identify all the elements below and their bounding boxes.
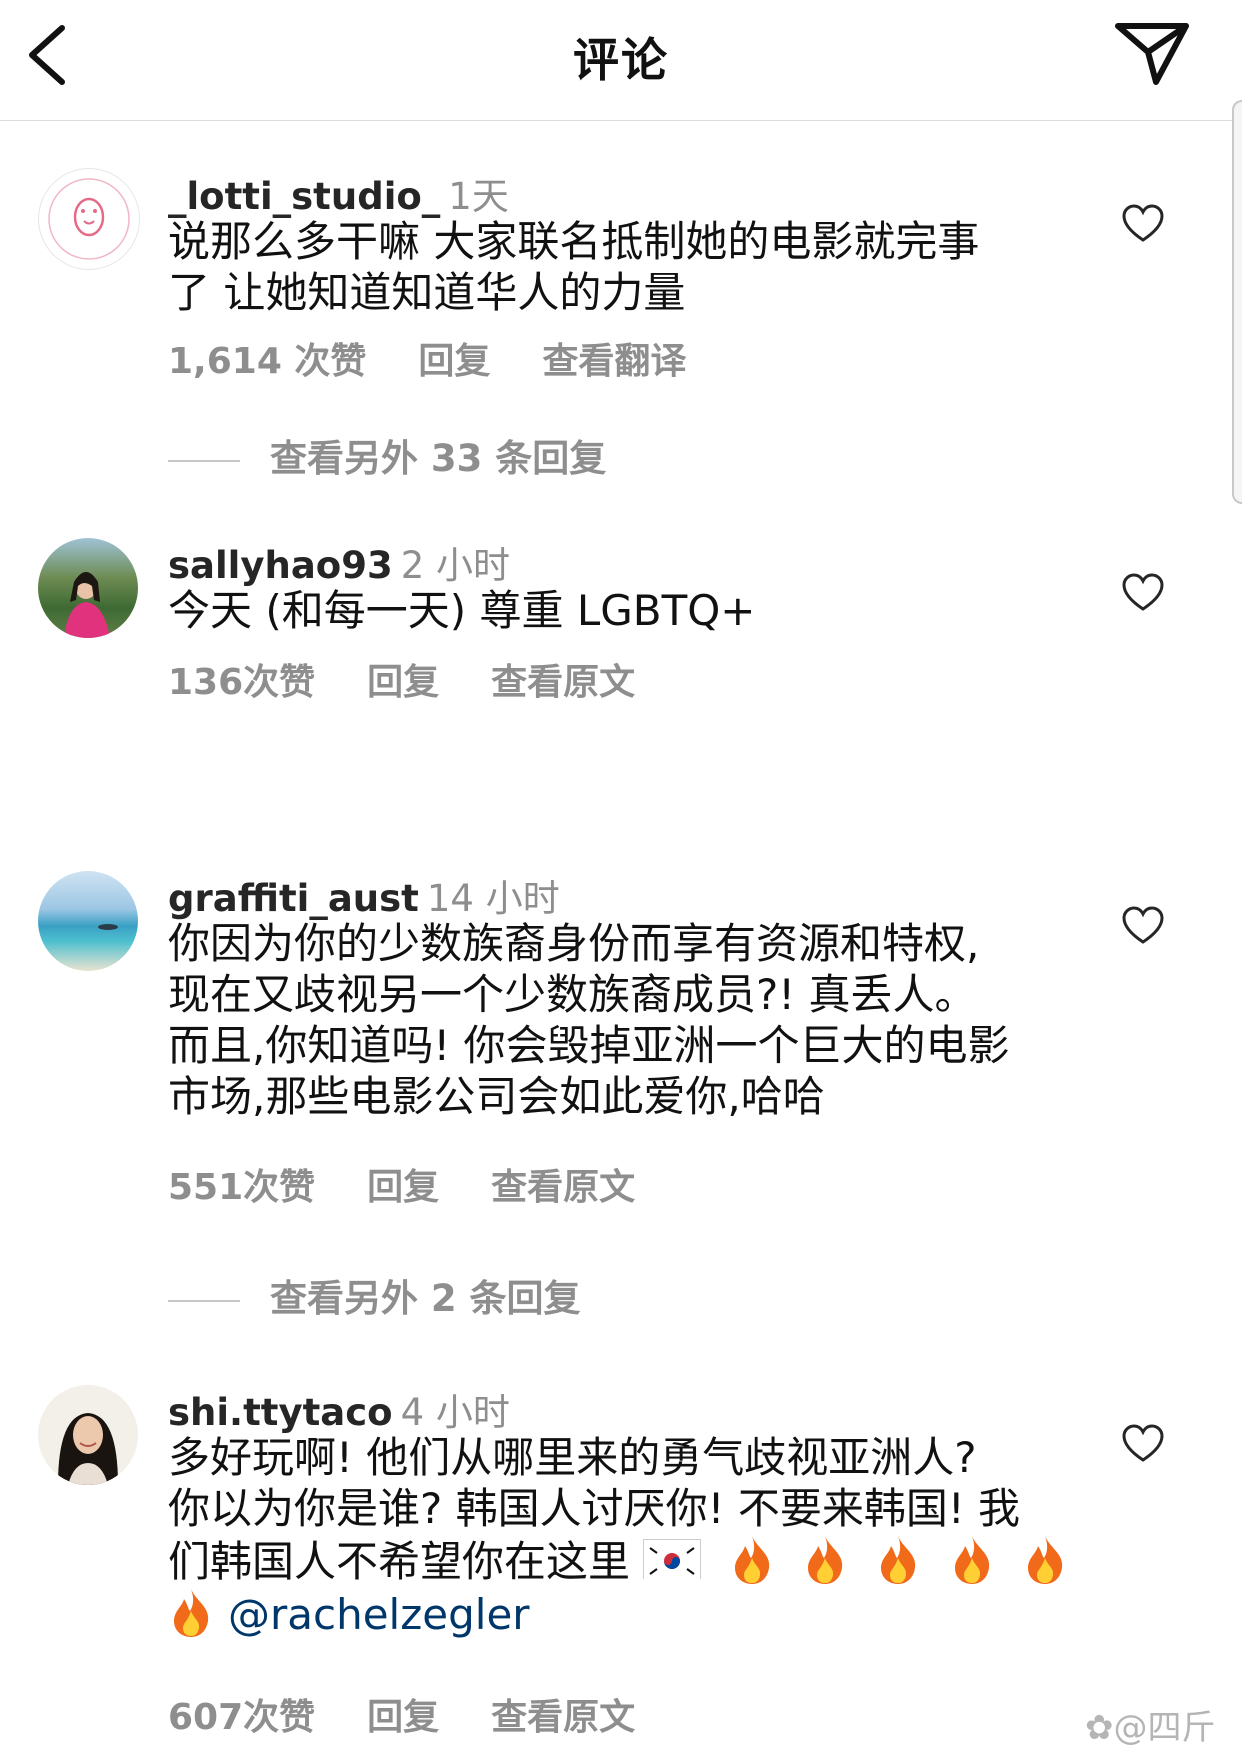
translate-button[interactable]: 查看原文 <box>491 662 635 703</box>
view-more-replies-label: 查看另外 33 条回复 <box>270 437 607 480</box>
paw-icon: ✿ <box>1085 1708 1114 1748</box>
heart-icon[interactable] <box>1122 1424 1164 1464</box>
top-bar: 评论 <box>0 0 1242 121</box>
divider <box>168 459 240 462</box>
comment-line: 你因为你的少数族裔身份而享有资源和特权, <box>168 919 980 968</box>
translate-button[interactable]: 查看原文 <box>491 1697 635 1738</box>
view-more-replies-label: 查看另外 2 条回复 <box>270 1277 581 1320</box>
username[interactable]: shi.ttytaco <box>168 1391 393 1434</box>
divider <box>168 1299 240 1302</box>
scrollbar[interactable] <box>1232 100 1242 504</box>
comment-line: @rachelzegler <box>168 1587 1108 1640</box>
like-count[interactable]: 607次赞 <box>168 1697 315 1738</box>
translate-button[interactable]: 查看原文 <box>491 1167 635 1208</box>
comment-actions: 136次赞 回复 查看原文 <box>168 653 635 705</box>
comment-actions: 607次赞 回复 查看原文 <box>168 1688 635 1740</box>
comment-line: 们韩国人不希望你在这里 <box>168 1534 1108 1587</box>
avatar[interactable] <box>38 168 140 270</box>
fire-icon <box>949 1534 995 1586</box>
fire-icon <box>802 1534 848 1586</box>
reply-button[interactable]: 回复 <box>418 341 490 382</box>
korea-flag-icon <box>643 1539 702 1580</box>
fire-icon <box>729 1534 775 1586</box>
avatar[interactable] <box>38 538 138 638</box>
avatar[interactable] <box>38 871 138 971</box>
comment-header: _lotti_studio_ 1天 <box>168 166 509 220</box>
fire-icon <box>1022 1534 1068 1586</box>
username[interactable]: sallyhao93 <box>168 544 393 587</box>
view-more-replies[interactable]: 查看另外 33 条回复 <box>168 428 606 482</box>
watermark: ✿@四斤 <box>1085 1700 1216 1749</box>
like-count[interactable]: 1,614 次赞 <box>168 341 366 382</box>
send-direct-icon[interactable] <box>1112 18 1192 88</box>
comment-time: 14 小时 <box>426 877 560 920</box>
comment-text: 说那么多干嘛 大家联名抵制她的电影就完事 了 让她知道知道华人的力量 <box>168 216 1108 318</box>
heart-icon[interactable] <box>1122 573 1164 613</box>
comment-text: 多好玩啊! 他们从哪里来的勇气歧视亚洲人? 你以为你是谁? 韩国人讨厌你! 不要… <box>168 1432 1108 1640</box>
comment-actions: 1,614 次赞 回复 查看翻译 <box>168 332 686 384</box>
comment-line: 现在又歧视另一个少数族裔成员?! 真丢人。 <box>168 970 977 1019</box>
fire-icon <box>875 1534 921 1586</box>
heart-icon[interactable] <box>1122 204 1164 244</box>
translate-button[interactable]: 查看翻译 <box>542 341 686 382</box>
comment-header: graffiti_aust 14 小时 <box>168 868 560 922</box>
username[interactable]: _lotti_studio_ <box>168 175 440 218</box>
comment-header: shi.ttytaco 4 小时 <box>168 1382 510 1436</box>
reply-button[interactable]: 回复 <box>367 1167 439 1208</box>
like-count[interactable]: 551次赞 <box>168 1167 315 1208</box>
comment-line: 了 让她知道知道华人的力量 <box>168 268 686 317</box>
comment-text: 今天 (和每一天) 尊重 LGBTQ+ <box>168 585 1108 636</box>
comment-header: sallyhao93 2 小时 <box>168 535 510 589</box>
comment-time: 2 小时 <box>400 544 511 587</box>
avatar[interactable] <box>38 1385 138 1485</box>
view-more-replies[interactable]: 查看另外 2 条回复 <box>168 1268 581 1322</box>
like-count[interactable]: 136次赞 <box>168 662 315 703</box>
reply-button[interactable]: 回复 <box>367 1697 439 1738</box>
watermark-text: @四斤 <box>1113 1708 1216 1748</box>
comment-text: 你因为你的少数族裔身份而享有资源和特权, 现在又歧视另一个少数族裔成员?! 真丢… <box>168 918 1108 1122</box>
comment-time: 1天 <box>448 175 509 218</box>
comment-line-text: 们韩国人不希望你在这里 <box>168 1537 631 1586</box>
comment-line: 你以为你是谁? 韩国人讨厌你! 不要来韩国! 我 <box>168 1484 1021 1533</box>
username[interactable]: graffiti_aust <box>168 877 419 920</box>
heart-icon[interactable] <box>1122 906 1164 946</box>
comment-actions: 551次赞 回复 查看原文 <box>168 1158 635 1210</box>
comment-line: 市场,那些电影公司会如此爱你,哈哈 <box>168 1072 825 1121</box>
comment-line: 而且,你知道吗! 你会毁掉亚洲一个巨大的电影 <box>168 1021 1010 1070</box>
page-title: 评论 <box>573 33 669 87</box>
comment-line: 多好玩啊! 他们从哪里来的勇气歧视亚洲人? <box>168 1433 977 1482</box>
comment-line: 今天 (和每一天) 尊重 LGBTQ+ <box>168 586 756 635</box>
reply-button[interactable]: 回复 <box>367 662 439 703</box>
fire-icon <box>168 1587 214 1639</box>
mention-link[interactable]: @rachelzegler <box>228 1590 530 1639</box>
comment-time: 4 小时 <box>400 1391 510 1434</box>
comment-line: 说那么多干嘛 大家联名抵制她的电影就完事 <box>168 217 980 266</box>
